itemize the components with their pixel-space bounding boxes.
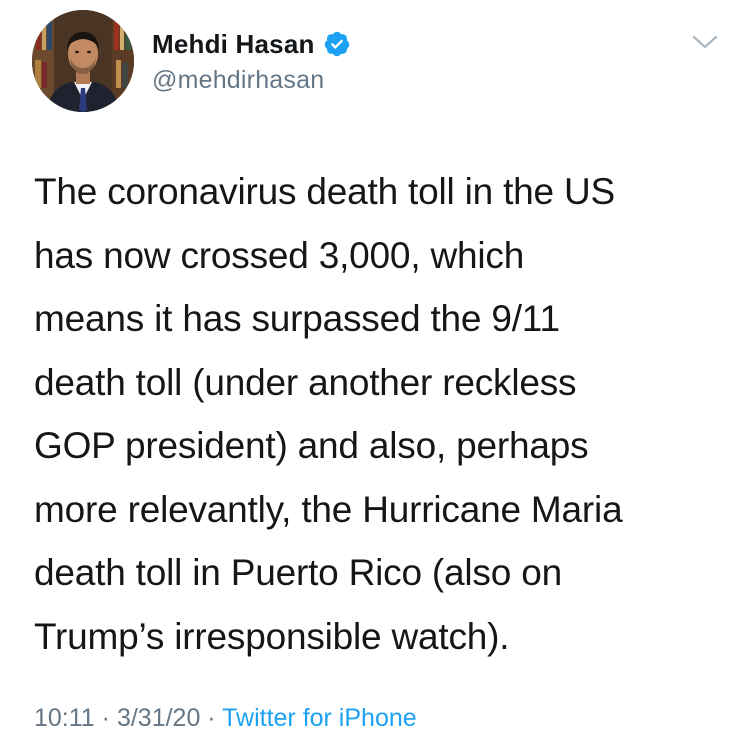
display-name[interactable]: Mehdi Hasan [152, 29, 315, 60]
user-handle[interactable]: @mehdirhasan [152, 66, 351, 95]
avatar-image [32, 10, 134, 112]
author-name-row: Mehdi Hasan [152, 28, 351, 60]
verified-badge-icon [323, 30, 351, 58]
tweet-time[interactable]: 10:11 [34, 704, 95, 732]
author-info: Mehdi Hasan @mehdirhasan [152, 28, 351, 95]
tweet-card: Mehdi Hasan @mehdirhasan The coronavirus… [0, 0, 750, 753]
meta-separator: · [94, 704, 117, 732]
meta-separator: · [200, 704, 223, 732]
tweet-source-link[interactable]: Twitter for iPhone [222, 704, 417, 732]
chevron-down-icon[interactable] [690, 30, 720, 54]
tweet-text: The coronavirus death toll in the US has… [34, 171, 623, 657]
avatar[interactable] [32, 10, 134, 112]
tweet-date[interactable]: 3/31/20 [117, 704, 200, 732]
tweet-meta: 10:11 · 3/31/20 · Twitter for iPhone [34, 704, 417, 733]
